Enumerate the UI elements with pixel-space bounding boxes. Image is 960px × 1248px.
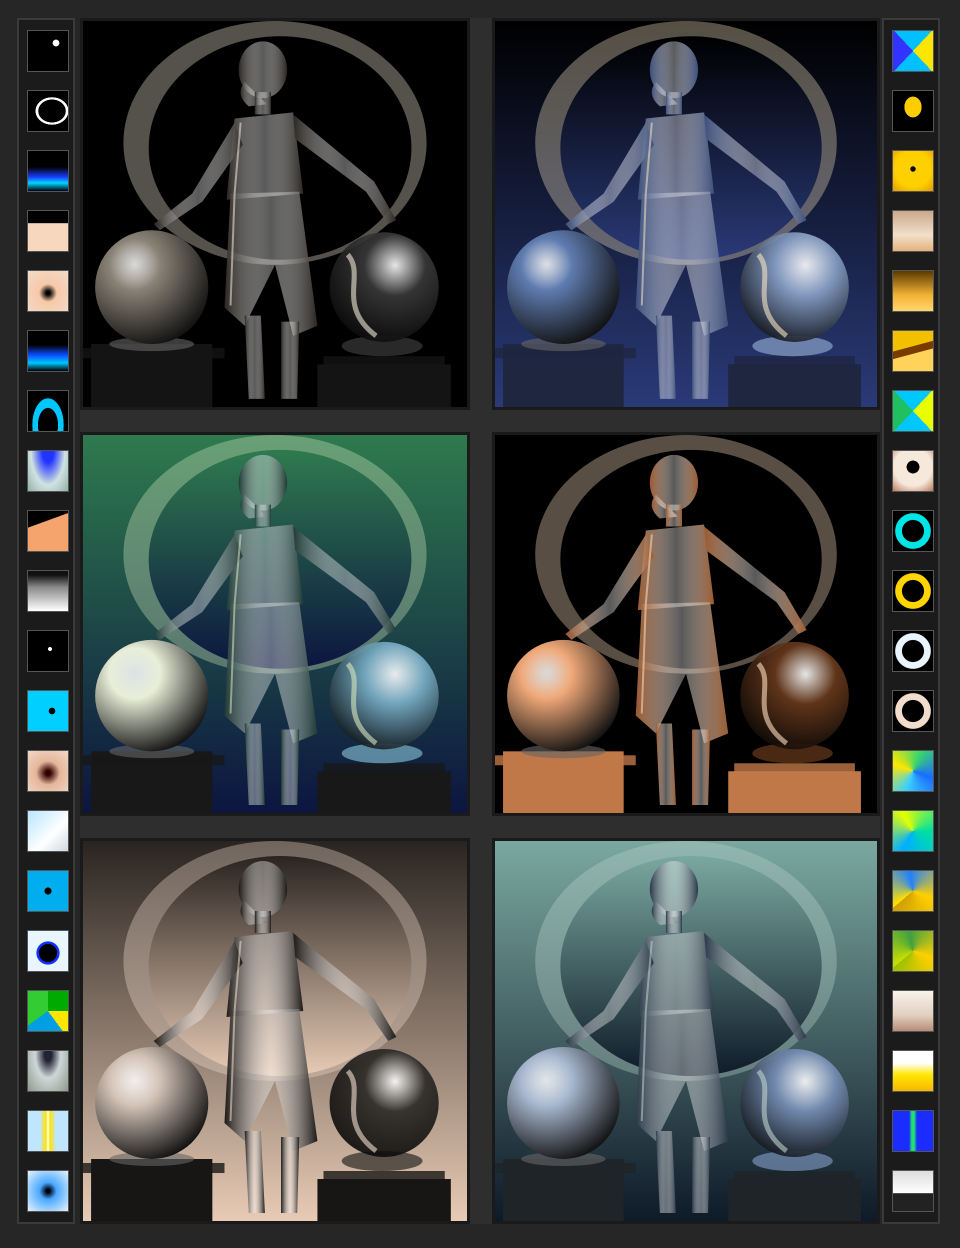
yellow-dot-preset[interactable] <box>892 150 934 192</box>
sunrise-preset[interactable] <box>892 1050 934 1092</box>
yellow-beam-preset[interactable] <box>27 1110 69 1152</box>
gold-ring-preset[interactable] <box>892 570 934 612</box>
white-cone-preset[interactable] <box>27 570 69 612</box>
left-sphere <box>507 230 620 345</box>
orange-peak-preset[interactable] <box>27 510 69 552</box>
render-panel-1[interactable] <box>80 18 470 410</box>
render-blue-horizon <box>495 21 877 407</box>
teal-dome-preset[interactable] <box>27 450 69 492</box>
left-sphere <box>507 639 620 752</box>
right-pedestal-top <box>734 763 855 774</box>
cyan-dot-preset[interactable] <box>27 690 69 732</box>
right-pedestal-top <box>323 763 445 774</box>
right-sphere <box>329 1049 439 1157</box>
ice-gradient-preset[interactable] <box>27 810 69 852</box>
right-pedestal <box>728 364 861 407</box>
vertical-divider <box>470 18 492 1224</box>
tiny-moon-preset[interactable] <box>27 630 69 672</box>
peach-arch-preset[interactable] <box>27 210 69 252</box>
gold-fan-preset[interactable] <box>892 870 934 912</box>
right-pedestal <box>317 1179 451 1221</box>
left-lighting-presets <box>17 18 75 1224</box>
right-pedestal <box>317 364 451 407</box>
peach-ring-preset[interactable] <box>892 690 934 732</box>
right-pedestal-top <box>323 1171 445 1181</box>
render-copper-ring <box>495 435 877 813</box>
cyan-ring-preset[interactable] <box>892 510 934 552</box>
rainbow-wedge-preset[interactable] <box>892 750 934 792</box>
left-sphere <box>95 639 209 752</box>
cream-preset[interactable] <box>892 990 934 1032</box>
right-sphere <box>740 1049 849 1157</box>
right-pedestal <box>728 1179 861 1221</box>
right-pedestal <box>728 771 861 813</box>
render-panel-3[interactable] <box>80 432 470 816</box>
left-sphere <box>507 1047 620 1159</box>
render-panel-5[interactable] <box>80 838 470 1224</box>
yellow-bird-preset[interactable] <box>892 90 934 132</box>
crescent-wide-preset[interactable] <box>27 90 69 132</box>
green-spiral-preset[interactable] <box>27 990 69 1032</box>
right-sphere <box>740 232 849 342</box>
left-sphere <box>95 230 209 345</box>
citrus-wedge-preset[interactable] <box>892 810 934 852</box>
right-sphere <box>329 232 439 342</box>
render-green-gradient <box>83 435 467 813</box>
render-panel-2[interactable] <box>492 18 880 410</box>
crescent-small-preset[interactable] <box>27 30 69 72</box>
yellow-hourglass-preset[interactable] <box>892 390 934 432</box>
blue-horizon-preset[interactable] <box>27 150 69 192</box>
peach-spot-preset[interactable] <box>27 270 69 312</box>
cyan-horizon-preset[interactable] <box>27 330 69 372</box>
render-peach-spotlight <box>83 841 467 1221</box>
peach-shadow-preset[interactable] <box>27 750 69 792</box>
gold-ridge-preset[interactable] <box>892 330 934 372</box>
white-shield-preset[interactable] <box>892 1170 934 1212</box>
left-sphere <box>95 1047 209 1159</box>
right-pedestal <box>317 771 451 813</box>
render-panel-6[interactable] <box>492 838 880 1224</box>
render-panel-4[interactable] <box>492 432 880 816</box>
beige-ring-preset[interactable] <box>892 450 934 492</box>
white-ring-preset[interactable] <box>892 630 934 672</box>
olive-fan-preset[interactable] <box>892 930 934 972</box>
green-spike-preset[interactable] <box>892 1110 934 1152</box>
cyan-arc-preset[interactable] <box>27 390 69 432</box>
sand-preset[interactable] <box>892 210 934 252</box>
right-pedestal-top <box>734 1171 855 1181</box>
render-crescent-backlit <box>83 21 467 407</box>
amber-preset[interactable] <box>892 270 934 312</box>
right-sphere <box>740 641 849 750</box>
gray-dome-preset[interactable] <box>27 1050 69 1092</box>
right-lighting-presets <box>882 18 940 1224</box>
right-pedestal-top <box>323 356 445 367</box>
blue-dot-preset[interactable] <box>27 870 69 912</box>
right-pedestal-top <box>734 356 855 367</box>
right-sphere <box>329 641 439 750</box>
dark-eye-preset[interactable] <box>27 930 69 972</box>
blue-glow-preset[interactable] <box>27 1170 69 1212</box>
cyan-hourglass-preset[interactable] <box>892 30 934 72</box>
render-teal-studio <box>495 841 877 1221</box>
